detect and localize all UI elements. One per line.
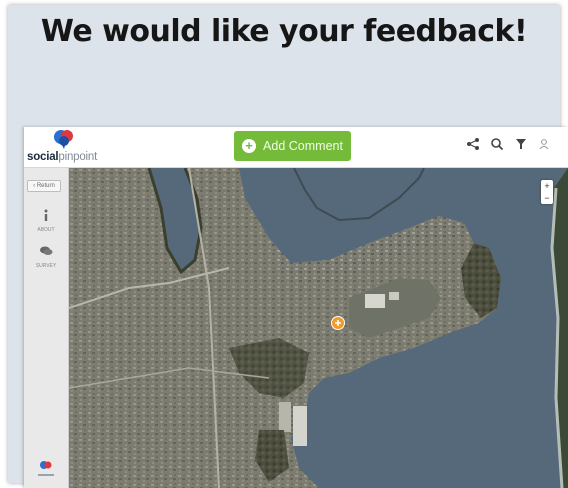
logo-wordmark: socialpinpoint xyxy=(27,151,97,163)
map-imagery xyxy=(69,168,568,488)
logo-text-light: pinpoint xyxy=(58,151,98,163)
page-title: We would like your feedback! xyxy=(40,14,528,49)
sidebar-item-label: ABOUT xyxy=(37,227,55,233)
add-comment-label: Add Comment xyxy=(263,139,343,153)
sidebar-item-label: SURVEY xyxy=(35,263,57,269)
comment-pin-icon[interactable] xyxy=(331,316,345,334)
logo-text-bold: social xyxy=(27,151,59,163)
logo-icon xyxy=(54,130,73,149)
footer-logo-icon xyxy=(38,461,54,476)
add-comment-button[interactable]: + Add Comment xyxy=(234,131,351,161)
filter-icon[interactable] xyxy=(514,137,528,151)
zoom-control: + − xyxy=(541,180,553,204)
comments-icon xyxy=(40,246,53,255)
satellite-map[interactable]: + − xyxy=(69,168,568,488)
app-header: socialpinpoint + Add Comment xyxy=(24,127,568,168)
sidebar-item-survey[interactable]: SURVEY xyxy=(31,244,61,269)
zoom-in-button[interactable]: + xyxy=(541,180,553,192)
user-icon[interactable] xyxy=(537,137,551,151)
search-icon[interactable] xyxy=(490,137,504,151)
zoom-out-button[interactable]: − xyxy=(541,192,553,204)
plus-icon: + xyxy=(242,139,257,153)
share-icon[interactable] xyxy=(466,137,480,151)
map-app-window: socialpinpoint + Add Comment ‹ Return AB… xyxy=(24,127,568,488)
left-sidebar: ‹ Return ABOUT SURVEY xyxy=(24,168,69,488)
info-icon xyxy=(44,209,48,221)
return-button[interactable]: ‹ Return xyxy=(27,180,61,192)
sidebar-item-about[interactable]: ABOUT xyxy=(31,208,61,233)
